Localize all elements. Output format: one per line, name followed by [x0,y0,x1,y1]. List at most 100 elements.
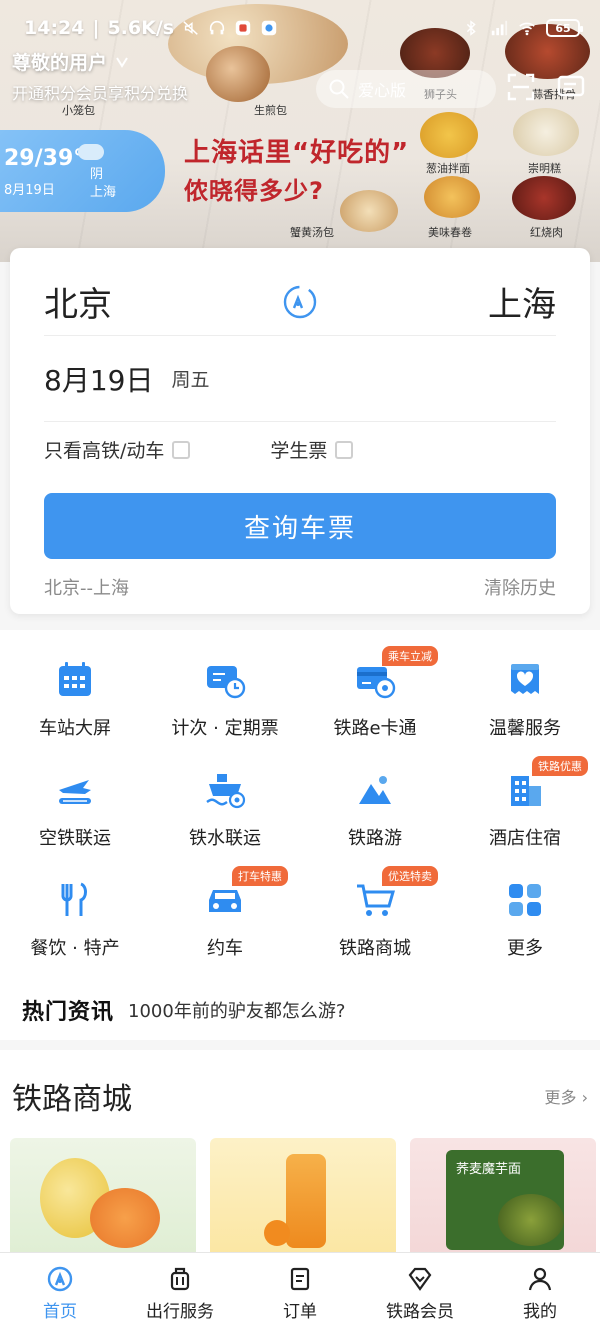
tab-profile[interactable]: 我的 [480,1253,600,1333]
departure-weekday: 周五 [171,369,210,391]
tab-label: 出行服务 [146,1301,214,1322]
orange-image [264,1220,290,1246]
promo-tag: 乘车立减 [382,646,438,666]
weather-date: 8月19日 [4,183,55,198]
tab-home[interactable]: 首页 [0,1253,120,1333]
service-label: 计次 · 定期票 [171,718,279,739]
vip-badge-icon [116,56,128,68]
food-label: 红烧肉 [530,226,563,239]
scan-icon[interactable] [506,72,536,102]
service-label: 餐饮 · 特产 [30,938,120,959]
hero-banner[interactable]: 小笼包 生煎包 狮子头 蒜香排骨 葱油拌面 崇明糕 蟹黄汤包 美味春卷 红烧肉 … [0,0,600,262]
weather-widget[interactable]: 29/39° 8月19日 阴 上海 [0,130,165,212]
greeting-subtitle: 开通积分会员享积分兑换 [12,84,189,103]
highspeed-only-checkbox[interactable] [172,440,191,459]
battery-icon: 65 [546,19,583,37]
rail-water-icon [206,774,246,809]
service-more[interactable]: 更多 [450,878,600,960]
hot-news-bar[interactable]: 热门资讯 1000年前的驴友都怎么游? [0,980,600,1040]
service-ecard[interactable]: 乘车立减 铁路e卡通 [300,646,450,740]
noodle-bowl-image [498,1194,564,1246]
food-label: 美味春卷 [428,226,472,239]
from-station[interactable]: 北京 [44,277,112,326]
highspeed-only-option[interactable]: 只看高铁/动车 [44,436,191,463]
service-label: 更多 [507,938,543,959]
clear-history-button[interactable]: 清除历史 [484,574,556,600]
food-illustration [424,176,480,218]
food-label: 蟹黄汤包 [290,226,334,239]
service-label: 温馨服务 [489,718,561,739]
services-grid: 车站大屏 计次 · 定期票 乘车立减 铁路e卡通 温馨服务 空铁联运 铁水联运 … [0,630,600,990]
food-label: 崇明糕 [528,162,561,175]
message-icon[interactable] [556,72,586,102]
to-station[interactable]: 上海 [488,277,556,326]
service-station-screen[interactable]: 车站大屏 [0,658,150,740]
service-dining[interactable]: 餐饮 · 特产 [0,878,150,960]
banner-slogan: 上海话里“好吃的” 侬晓得多少? [184,132,409,206]
dining-icon [61,882,87,916]
bottom-tab-bar: 首页 出行服务 订单 铁路会员 我的 [0,1252,600,1333]
mute-icon [183,21,198,35]
melon-slice-image [90,1188,160,1248]
care-service-icon [511,664,539,694]
service-mall[interactable]: 优选特卖 铁路商城 [300,866,450,960]
food-illustration [513,108,579,156]
weather-city: 上海 [90,185,117,200]
member-greeting[interactable]: 尊敬的用户 开通积分会员享积分兑换 [12,48,202,105]
tab-membership[interactable]: 铁路会员 [360,1253,480,1333]
juice-bottle-image [286,1154,326,1248]
swap-stations-icon[interactable] [280,282,320,322]
service-hotel[interactable]: 铁路优惠 酒店住宿 [450,756,600,850]
search-icon [329,79,349,99]
food-label: 生煎包 [254,104,287,117]
promo-tag: 铁路优惠 [532,756,588,776]
slogan-line-1: 上海话里“好吃的” [184,138,410,168]
air-rail-icon [59,780,91,804]
history-item[interactable]: 北京--上海 [44,574,129,600]
service-rail-water[interactable]: 铁水联运 [150,768,300,850]
profile-icon [528,1267,552,1290]
promo-tag: 优选特卖 [382,866,438,886]
service-air-rail[interactable]: 空铁联运 [0,768,150,850]
bluetooth-icon [466,20,476,36]
mall-more-label: 更多 [544,1088,577,1107]
product-card-noodle[interactable]: 荞麦魔芋面 [410,1138,596,1258]
app-notification-icon [235,20,251,36]
status-bar: 14:24 | 5.6K/s 65 [0,0,600,56]
signal-icon [491,20,508,36]
service-rail-travel[interactable]: 铁路游 [300,768,450,850]
slogan-line-2: 侬晓得多少? [184,177,324,205]
member-diamond-icon [408,1267,432,1291]
hot-news-label: 热门资讯 [22,1000,115,1025]
care-mode-button[interactable]: 爱心版 [316,70,496,108]
tab-travel-services[interactable]: 出行服务 [120,1253,240,1333]
service-car[interactable]: 打车特惠 约车 [150,866,300,960]
mall-more-link[interactable]: 更多 › [545,1084,589,1108]
departure-date: 8月19日 [44,363,154,397]
promo-tag: 打车特惠 [232,866,288,886]
service-ticket-pass[interactable]: 计次 · 定期票 [150,658,300,740]
service-label: 铁路商城 [339,938,411,959]
date-selector[interactable]: 8月19日 周五 [44,336,556,422]
product-card-melon[interactable] [10,1138,196,1258]
tab-label: 订单 [283,1301,317,1322]
query-tickets-button[interactable]: 查询车票 [44,493,556,559]
rail-mall-section: 铁路商城 更多 › 荞麦魔芋面 [0,1050,600,1260]
more-grid-icon [509,884,541,916]
care-mode-label: 爱心版 [358,81,407,100]
student-ticket-option[interactable]: 学生票 [270,436,354,463]
product-card-juice[interactable] [210,1138,396,1258]
order-icon [290,1267,310,1290]
service-care[interactable]: 温馨服务 [450,658,600,740]
tab-orders[interactable]: 订单 [240,1253,360,1333]
highspeed-only-label: 只看高铁/动车 [44,440,165,462]
status-speed: 5.6K/s [107,17,175,39]
luggage-icon [170,1267,190,1290]
hot-news-headline[interactable]: 1000年前的驴友都怎么游? [128,997,345,1023]
cloud-icon [78,144,104,160]
station-screen-icon [59,662,91,696]
student-ticket-checkbox[interactable] [335,440,354,459]
food-illustration [512,176,576,220]
rail-travel-icon [359,776,391,804]
student-ticket-label: 学生票 [270,440,328,462]
